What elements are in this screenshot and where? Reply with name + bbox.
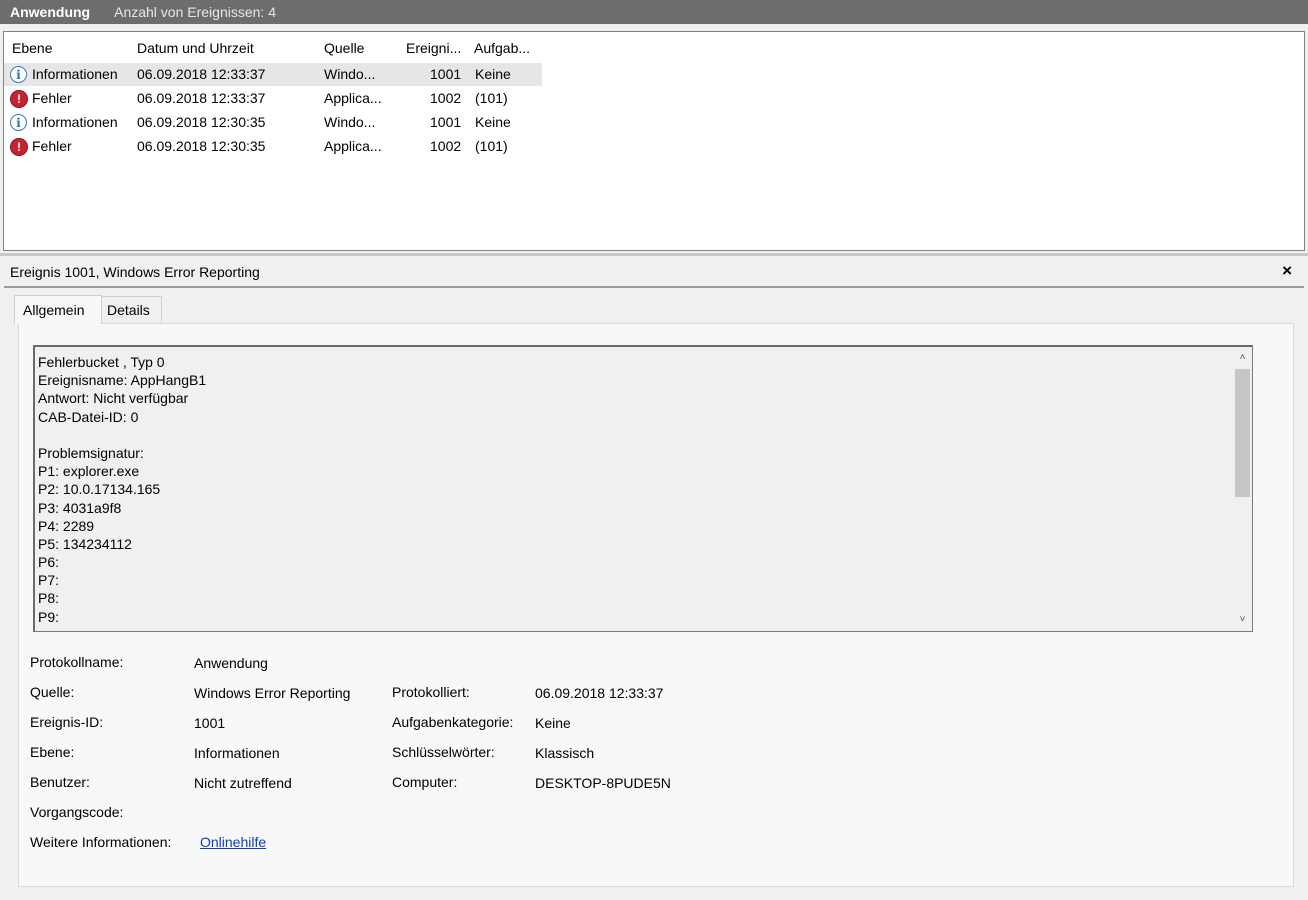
detail-header: Ereignis 1001, Windows Error Reporting ×	[4, 258, 1304, 288]
event-description-text: Fehlerbucket , Typ 0 Ereignisname: AppHa…	[38, 353, 206, 626]
row-source: Applica...	[324, 90, 382, 106]
level-label: Ebene:	[30, 744, 75, 760]
description-line: CAB-Datei-ID: 0	[38, 408, 139, 425]
column-header-event-id[interactable]: Ereigni...	[406, 40, 461, 56]
event-id-label: Ereignis-ID:	[30, 714, 104, 730]
tab-allgemein[interactable]: Allgemein	[14, 295, 102, 324]
row-level: Informationen	[32, 114, 118, 130]
row-date: 06.09.2018 12:33:37	[137, 90, 266, 106]
description-line: P7:	[38, 572, 60, 589]
tab-panel-allgemein: Fehlerbucket , Typ 0 Ereignisname: AppHa…	[18, 323, 1294, 887]
info-icon: i	[10, 66, 27, 83]
row-task: Keine	[475, 114, 511, 130]
row-task: Keine	[475, 66, 511, 82]
row-task: (101)	[475, 138, 508, 154]
list-header: Ebene Datum und Uhrzeit Quelle Ereigni..…	[4, 32, 1304, 62]
row-source: Windo...	[324, 66, 376, 82]
description-line: Antwort: Nicht verfügbar	[38, 390, 189, 407]
description-line: P5: 134234112	[38, 535, 132, 552]
close-icon[interactable]: ×	[1282, 261, 1292, 281]
online-help-link[interactable]: Onlinehilfe	[200, 834, 266, 850]
task-category-label: Aufgabenkategorie:	[392, 714, 514, 730]
tab-details[interactable]: Details	[98, 296, 162, 323]
row-source: Windo...	[324, 114, 376, 130]
row-event-id: 1001	[430, 66, 462, 82]
scroll-up-icon[interactable]: ˄	[1233, 349, 1252, 367]
logged-label: Protokolliert:	[392, 684, 470, 700]
row-level: Fehler	[32, 90, 72, 106]
error-icon: !	[10, 90, 28, 108]
description-line: P4: 2289	[38, 517, 95, 534]
description-line	[38, 426, 206, 444]
table-row[interactable]: i Informationen 06.09.2018 12:30:35 Wind…	[4, 111, 542, 134]
info-icon: i	[10, 114, 27, 131]
detail-title: Ereignis 1001, Windows Error Reporting	[10, 264, 260, 280]
error-icon: !	[10, 138, 28, 156]
table-row[interactable]: ! Fehler 06.09.2018 12:30:35 Applica... …	[4, 135, 542, 158]
computer-value: DESKTOP-8PUDE5N	[535, 775, 671, 791]
description-line: P6:	[38, 554, 60, 571]
description-line: Ereignisname: AppHangB1	[38, 372, 207, 389]
task-category-value: Keine	[535, 715, 571, 731]
description-line: P8:	[38, 590, 60, 607]
table-row[interactable]: ! Fehler 06.09.2018 12:33:37 Applica... …	[4, 87, 542, 110]
opcode-label: Vorgangscode:	[30, 804, 124, 820]
event-count: Anzahl von Ereignissen: 4	[114, 4, 276, 20]
description-line: Problemsignatur:	[38, 444, 144, 461]
column-header-source[interactable]: Quelle	[324, 40, 364, 56]
computer-label: Computer:	[392, 774, 458, 790]
vertical-scrollbar[interactable]: ˄ ˅	[1233, 347, 1252, 631]
row-date: 06.09.2018 12:30:35	[137, 114, 266, 130]
row-task: (101)	[475, 90, 508, 106]
keywords-label: Schlüsselwörter:	[392, 744, 495, 760]
description-line: Fehlerbucket , Typ 0	[38, 354, 165, 370]
row-date: 06.09.2018 12:30:35	[137, 138, 266, 154]
log-name-label: Protokollname:	[30, 654, 124, 670]
column-header-task[interactable]: Aufgab...	[474, 40, 530, 56]
scroll-down-icon[interactable]: ˅	[1233, 611, 1252, 629]
description-line: P1: explorer.exe	[38, 463, 140, 480]
scrollbar-thumb[interactable]	[1235, 369, 1250, 497]
row-level: Informationen	[32, 66, 118, 82]
row-level: Fehler	[32, 138, 72, 154]
column-header-date[interactable]: Datum und Uhrzeit	[137, 40, 254, 56]
log-name-value: Anwendung	[194, 655, 268, 671]
user-label: Benutzer:	[30, 774, 90, 790]
event-description-box[interactable]: Fehlerbucket , Typ 0 Ereignisname: AppHa…	[33, 345, 1253, 632]
event-list[interactable]: Ebene Datum und Uhrzeit Quelle Ereigni..…	[3, 31, 1305, 251]
more-info-label: Weitere Informationen:	[30, 834, 172, 850]
pane-splitter[interactable]	[0, 253, 1308, 256]
source-value: Windows Error Reporting	[194, 685, 351, 701]
log-title: Anwendung	[10, 4, 91, 20]
header-bar: Anwendung Anzahl von Ereignissen: 4	[0, 0, 1308, 24]
description-line: P3: 4031a9f8	[38, 499, 122, 516]
description-line: P2: 10.0.17134.165	[38, 481, 161, 498]
keywords-value: Klassisch	[535, 745, 595, 761]
level-value: Informationen	[194, 745, 280, 761]
event-id-value: 1001	[194, 715, 226, 731]
column-header-level[interactable]: Ebene	[12, 40, 52, 56]
source-label: Quelle:	[30, 684, 75, 700]
row-source: Applica...	[324, 138, 382, 154]
row-date: 06.09.2018 12:33:37	[137, 66, 266, 82]
description-line: P9:	[38, 608, 60, 625]
row-event-id: 1001	[430, 114, 462, 130]
row-event-id: 1002	[430, 90, 462, 106]
user-value: Nicht zutreffend	[194, 775, 292, 791]
row-event-id: 1002	[430, 138, 462, 154]
table-row[interactable]: i Informationen 06.09.2018 12:33:37 Wind…	[4, 63, 542, 86]
logged-value: 06.09.2018 12:33:37	[535, 685, 664, 701]
